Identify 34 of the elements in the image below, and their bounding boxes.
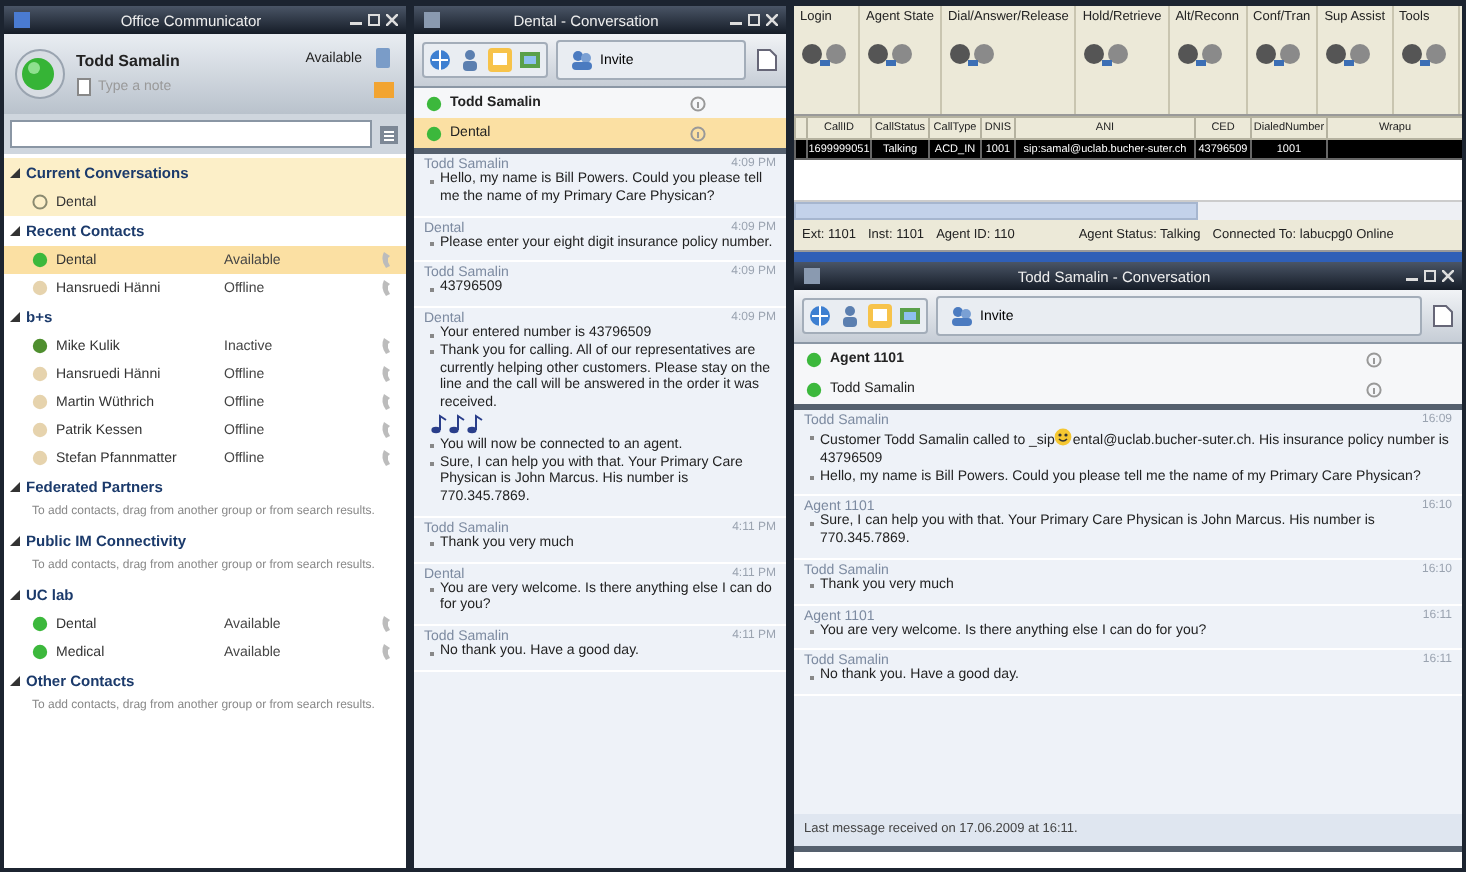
person-icon[interactable]: [458, 48, 482, 72]
expand-triangle-icon[interactable]: [10, 312, 20, 322]
horizontal-scrollbar[interactable]: [794, 200, 1462, 220]
note-icon: [76, 78, 92, 96]
expand-triangle-icon[interactable]: [10, 482, 20, 492]
app-icon[interactable]: [802, 266, 822, 286]
people-icon: [950, 304, 974, 328]
expand-triangle-icon[interactable]: [10, 590, 20, 600]
app-icon[interactable]: [422, 10, 442, 30]
list-view-icon[interactable]: [378, 123, 400, 145]
info-icon[interactable]: [1366, 351, 1382, 367]
user-name: Todd Samalin: [76, 52, 180, 70]
expand-triangle-icon[interactable]: [10, 168, 20, 178]
expand-triangle-icon[interactable]: [10, 226, 20, 236]
document-icon[interactable]: [754, 48, 778, 72]
close-icon[interactable]: [386, 14, 398, 26]
close-icon[interactable]: [1442, 270, 1454, 282]
maximize-icon[interactable]: [1424, 270, 1436, 282]
app-icon[interactable]: [12, 10, 32, 30]
info-icon[interactable]: [1366, 381, 1382, 397]
people-icon: [570, 48, 594, 72]
smiley-icon: [1054, 428, 1073, 446]
expand-triangle-icon[interactable]: [10, 676, 20, 686]
globe-icon[interactable]: [428, 48, 452, 72]
globe-icon[interactable]: [808, 304, 832, 328]
search-field[interactable]: [10, 120, 372, 148]
expand-triangle-icon[interactable]: [10, 536, 20, 546]
document-icon[interactable]: [1430, 304, 1454, 328]
music-notes-icon: [430, 413, 486, 434]
maximize-icon[interactable]: [368, 14, 380, 26]
maximize-icon[interactable]: [748, 14, 760, 26]
close-icon[interactable]: [766, 14, 778, 26]
info-icon[interactable]: [690, 95, 706, 111]
person-icon[interactable]: [838, 304, 862, 328]
